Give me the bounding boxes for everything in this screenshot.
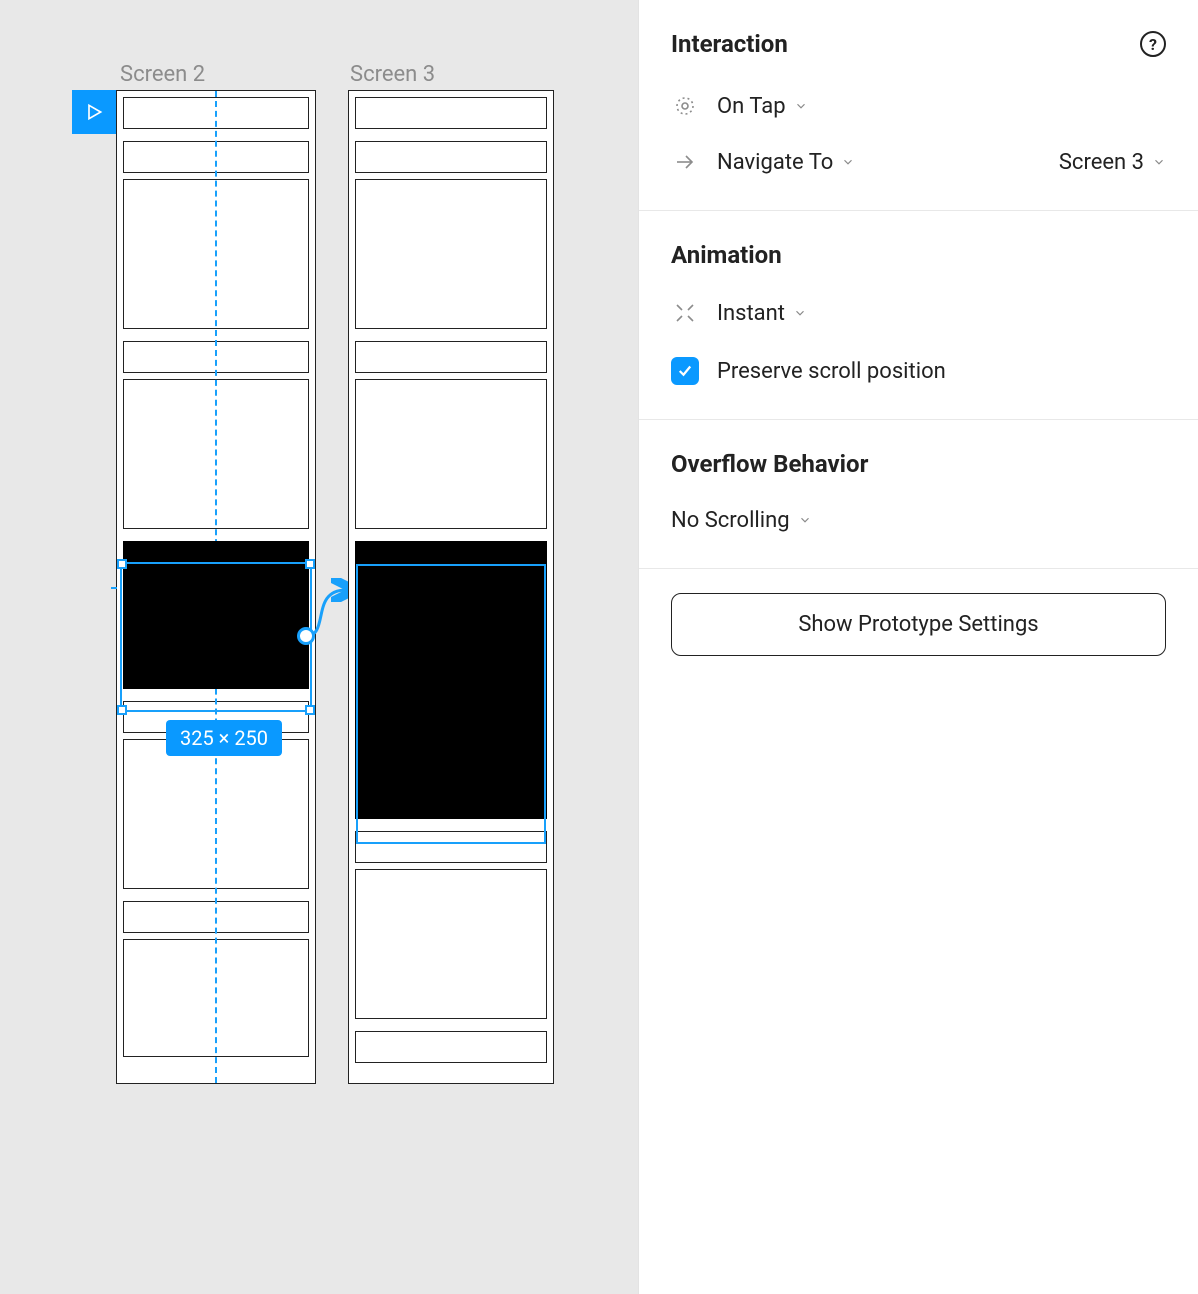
check-icon: [676, 362, 694, 380]
show-prototype-settings-button[interactable]: Show Prototype Settings: [671, 593, 1166, 656]
overflow-value: No Scrolling: [671, 508, 790, 533]
section-title: Animation: [671, 241, 782, 269]
selection-dimensions-pill: 325 × 250: [166, 720, 282, 756]
help-icon[interactable]: ?: [1140, 31, 1166, 57]
connection-handle[interactable]: [297, 627, 315, 645]
section-title: Interaction: [671, 30, 788, 58]
section-interaction: Interaction ? On Tap Navigate To: [639, 0, 1198, 211]
frame-label[interactable]: Screen 3: [350, 62, 435, 87]
frame-screen-3[interactable]: [348, 90, 554, 1084]
design-canvas[interactable]: Screen 2 Screen 3 325 × 250: [0, 0, 638, 1294]
frame-screen-2[interactable]: [116, 90, 316, 1084]
layer-rect[interactable]: [355, 379, 547, 529]
overflow-dropdown[interactable]: No Scrolling: [671, 496, 1166, 544]
layer-rect[interactable]: [355, 341, 547, 373]
layer-target[interactable]: [355, 541, 547, 819]
trigger-dropdown[interactable]: On Tap: [671, 82, 1166, 130]
section-overflow: Overflow Behavior No Scrolling: [639, 420, 1198, 569]
chevron-down-icon: [794, 94, 808, 119]
preserve-scroll-label: Preserve scroll position: [717, 359, 946, 384]
frame-label[interactable]: Screen 2: [120, 62, 205, 87]
action-value: Navigate To: [717, 150, 833, 175]
chevron-down-icon: [798, 508, 812, 533]
layer-rect[interactable]: [355, 831, 547, 863]
layer-rect[interactable]: [355, 141, 547, 173]
chevron-down-icon: [841, 150, 855, 175]
tap-icon: [671, 92, 699, 120]
destination-value: Screen 3: [1059, 150, 1144, 175]
layer-rect[interactable]: [355, 1031, 547, 1063]
trigger-value: On Tap: [717, 94, 786, 119]
layer-rect[interactable]: [355, 97, 547, 129]
instant-icon: [671, 299, 699, 327]
alignment-tick: [111, 587, 117, 589]
layer-rect[interactable]: [355, 869, 547, 1019]
section-animation: Animation Instant Preserve scroll positi…: [639, 211, 1198, 420]
chevron-down-icon: [793, 301, 807, 326]
destination-dropdown[interactable]: Screen 3: [1059, 150, 1166, 175]
layer-rect[interactable]: [355, 179, 547, 329]
section-title: Overflow Behavior: [671, 450, 868, 478]
animation-type-value: Instant: [717, 301, 785, 326]
action-dropdown[interactable]: Navigate To: [717, 150, 855, 175]
chevron-down-icon: [1152, 150, 1166, 175]
preserve-scroll-checkbox[interactable]: [671, 357, 699, 385]
prototype-start-badge[interactable]: [72, 90, 116, 134]
navigate-icon: [671, 148, 699, 176]
play-icon: [84, 102, 104, 122]
properties-panel: Interaction ? On Tap Navigate To: [638, 0, 1198, 1294]
animation-type-dropdown[interactable]: Instant: [671, 289, 1166, 337]
layer-selected[interactable]: [123, 541, 309, 689]
